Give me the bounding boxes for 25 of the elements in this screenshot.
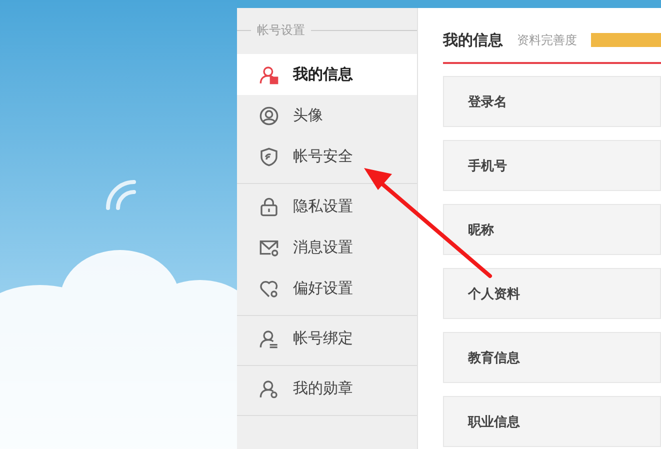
sidebar-item[interactable]: 头像: [237, 95, 417, 136]
sidebar-item[interactable]: 隐私设置: [237, 186, 417, 227]
sidebar-item[interactable]: 消息设置: [237, 227, 417, 268]
avatar-icon: [259, 106, 279, 126]
heart-icon: [259, 278, 279, 298]
shield-icon: [259, 146, 279, 166]
user-icon: [259, 328, 279, 348]
sidebar-item[interactable]: 帐号安全: [237, 136, 417, 177]
medal-icon: [259, 378, 279, 398]
sidebar-item[interactable]: 我的勋章: [237, 368, 417, 409]
section-title: 我的信息: [443, 30, 503, 50]
lock-icon: [259, 196, 279, 216]
info-row[interactable]: 教育信息: [443, 332, 661, 383]
user-icon: [259, 64, 279, 84]
completeness-label: 资料完善度: [517, 32, 577, 48]
info-row[interactable]: 登录名: [443, 76, 661, 127]
info-row[interactable]: 职业信息: [443, 396, 661, 447]
envelope-icon: [259, 238, 279, 258]
info-row[interactable]: 手机号: [443, 140, 661, 191]
sidebar-item[interactable]: 偏好设置: [237, 268, 417, 309]
sidebar-item[interactable]: 帐号绑定: [237, 318, 417, 359]
info-row[interactable]: 个人资料: [443, 268, 661, 319]
section-header: 帐号设置: [257, 22, 305, 38]
info-row[interactable]: 昵称: [443, 204, 661, 255]
sidebar-item[interactable]: 我的信息: [237, 54, 417, 95]
